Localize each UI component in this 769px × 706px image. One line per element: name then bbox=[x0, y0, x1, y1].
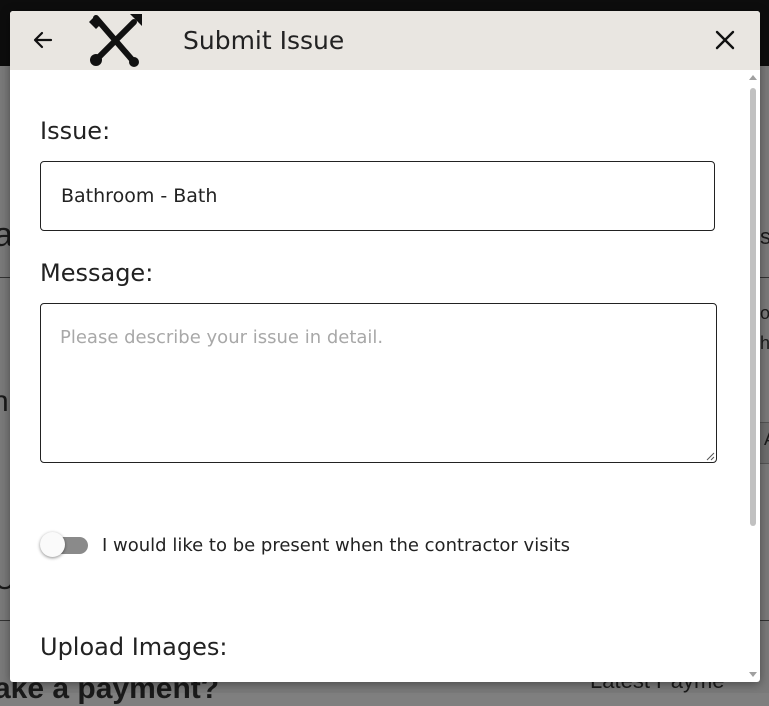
message-label: Message: bbox=[40, 259, 154, 287]
resize-grip-icon[interactable] bbox=[705, 451, 715, 461]
background-letter: o bbox=[760, 303, 769, 323]
background-divider bbox=[760, 620, 769, 621]
background-letter: n bbox=[0, 385, 9, 418]
background-letter: A bbox=[764, 429, 769, 450]
tools-logo bbox=[86, 12, 146, 70]
toggle-knob bbox=[40, 532, 65, 557]
close-button[interactable] bbox=[710, 25, 740, 55]
arrow-left-icon bbox=[33, 31, 53, 49]
background-divider bbox=[0, 620, 10, 621]
issue-field[interactable]: Bathroom - Bath bbox=[40, 161, 715, 231]
back-button[interactable] bbox=[28, 25, 58, 55]
present-during-visit-toggle[interactable] bbox=[40, 532, 88, 558]
close-icon bbox=[715, 30, 735, 50]
message-textarea[interactable] bbox=[40, 303, 717, 463]
background-letter: s bbox=[760, 224, 769, 249]
scroll-up-arrow-icon[interactable] bbox=[749, 75, 757, 80]
background-divider bbox=[0, 277, 10, 278]
present-during-visit-label: I would like to be present when the cont… bbox=[102, 535, 571, 556]
dialog-header: Submit Issue bbox=[10, 11, 760, 70]
issue-value: Bathroom - Bath bbox=[61, 185, 218, 207]
dialog-scrollbar[interactable] bbox=[747, 73, 759, 679]
hammer-wrench-tools-icon bbox=[89, 14, 142, 67]
background-divider bbox=[760, 277, 769, 278]
dialog-title: Submit Issue bbox=[183, 26, 345, 55]
submit-issue-dialog: Submit Issue Issue: Bathroom - Bath Mess… bbox=[10, 11, 760, 682]
background-letter: h bbox=[760, 333, 769, 353]
scroll-down-arrow-icon[interactable] bbox=[749, 672, 757, 677]
scroll-thumb[interactable] bbox=[750, 88, 756, 526]
issue-label: Issue: bbox=[40, 117, 111, 145]
upload-images-label: Upload Images: bbox=[40, 633, 228, 661]
